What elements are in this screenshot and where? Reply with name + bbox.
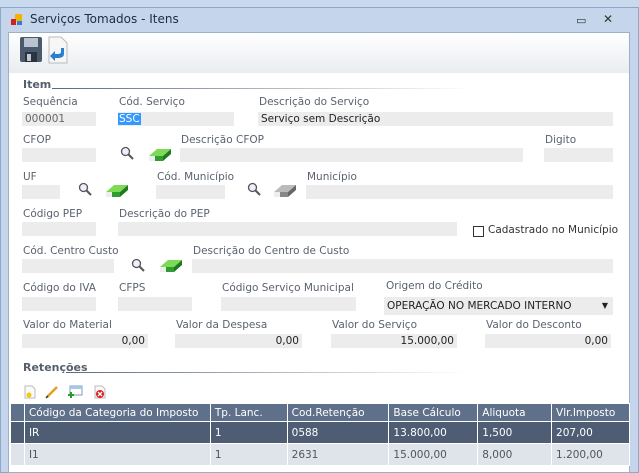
search-icon[interactable] bbox=[131, 258, 145, 272]
column-header[interactable]: Tp. Lanc. bbox=[209, 403, 288, 422]
cod-servico-field[interactable]: SSC bbox=[118, 112, 234, 126]
section-divider bbox=[52, 88, 472, 89]
codigo-iva-label: Código do IVA bbox=[23, 282, 96, 294]
column-header[interactable]: Base Cálculo bbox=[388, 403, 479, 422]
search-icon[interactable] bbox=[247, 182, 261, 196]
cod-serv-municipal-field[interactable] bbox=[221, 297, 356, 311]
sequencia-label: Sequência bbox=[23, 96, 78, 108]
cfps-field[interactable] bbox=[118, 297, 192, 311]
descricao-cfop-label: Descrição CFOP bbox=[181, 134, 264, 146]
cod-municipio-field[interactable] bbox=[156, 185, 225, 199]
table-cell[interactable]: 15.000,00 bbox=[388, 443, 479, 466]
table-row-selected[interactable]: IR 1 0588 13.800,00 1,500 207,00 bbox=[10, 421, 630, 444]
column-header[interactable]: Vlr.Imposto bbox=[551, 403, 630, 422]
column-header[interactable]: Aliquota bbox=[477, 403, 553, 422]
eraser-icon-disabled[interactable] bbox=[272, 183, 298, 197]
valor-servico-field[interactable]: 15.000,00 bbox=[331, 334, 457, 348]
valor-despesa-field[interactable]: 0,00 bbox=[175, 334, 302, 348]
descricao-pep-label: Descrição do PEP bbox=[119, 208, 210, 220]
app-icon bbox=[11, 14, 22, 25]
eraser-icon[interactable] bbox=[147, 147, 173, 161]
return-icon[interactable] bbox=[48, 36, 68, 64]
row-header[interactable] bbox=[10, 443, 25, 466]
search-icon[interactable] bbox=[78, 182, 92, 196]
close-button[interactable]: ✕ bbox=[603, 12, 613, 26]
origem-credito-value: OPERAÇÃO NO MERCADO INTERNO bbox=[387, 300, 572, 312]
centro-custo-field[interactable] bbox=[22, 259, 114, 273]
table-cell[interactable]: 1.200,00 bbox=[551, 443, 630, 466]
new-icon[interactable] bbox=[23, 385, 37, 399]
cod-servico-label: Cód. Serviço bbox=[119, 96, 185, 108]
sequencia-field[interactable]: 000001 bbox=[22, 112, 96, 126]
edit-icon[interactable] bbox=[45, 385, 59, 399]
descricao-centro-custo-label: Descrição do Centro de Custo bbox=[193, 245, 350, 257]
column-header[interactable]: Código da Categoria do Imposto bbox=[23, 403, 211, 422]
centro-custo-label: Cód. Centro Custo bbox=[23, 245, 119, 257]
chevron-down-icon: ▼ bbox=[601, 301, 608, 310]
table-cell[interactable]: 1,500 bbox=[477, 421, 553, 444]
descricao-servico-field[interactable]: Serviço sem Descrição bbox=[258, 112, 613, 126]
uf-field[interactable] bbox=[22, 185, 60, 199]
table-cell[interactable]: 2631 bbox=[286, 443, 390, 466]
origem-credito-select[interactable]: OPERAÇÃO NO MERCADO INTERNO ▼ bbox=[384, 297, 613, 315]
retencoes-grid: Código da Categoria do Imposto Tp. Lanc.… bbox=[10, 403, 630, 466]
cadastrado-municipio-checkbox[interactable] bbox=[473, 226, 484, 237]
cadastrado-municipio-label: Cadastrado no Município bbox=[488, 224, 619, 236]
eraser-icon[interactable] bbox=[158, 258, 184, 272]
cfop-field[interactable] bbox=[22, 148, 96, 162]
cfps-label: CFPS bbox=[119, 282, 146, 294]
table-cell[interactable]: 13.800,00 bbox=[388, 421, 479, 444]
delete-icon[interactable] bbox=[93, 385, 107, 399]
descricao-centro-custo-field[interactable] bbox=[192, 259, 613, 273]
valor-material-field[interactable]: 0,00 bbox=[22, 334, 148, 348]
cfop-label: CFOP bbox=[23, 134, 51, 146]
table-cell[interactable]: 1 bbox=[209, 421, 288, 444]
table-cell[interactable]: I1 bbox=[23, 443, 211, 466]
descricao-servico-label: Descrição do Serviço bbox=[259, 96, 370, 108]
digito-field[interactable] bbox=[544, 148, 613, 162]
table-cell[interactable]: 8,000 bbox=[477, 443, 553, 466]
toolbar bbox=[9, 33, 629, 73]
uf-label: UF bbox=[23, 171, 37, 183]
section-item-title: Item bbox=[23, 78, 52, 91]
table-cell[interactable]: 207,00 bbox=[551, 421, 630, 444]
codigo-pep-field[interactable] bbox=[22, 222, 96, 236]
codigo-pep-label: Código PEP bbox=[23, 208, 83, 220]
table-row[interactable]: I1 1 2631 15.000,00 8,000 1.200,00 bbox=[10, 443, 630, 466]
column-header[interactable]: Cod.Retenção bbox=[286, 403, 390, 422]
table-cell[interactable]: 0588 bbox=[286, 421, 390, 444]
search-icon[interactable] bbox=[120, 146, 134, 160]
table-cell[interactable]: 1 bbox=[209, 443, 288, 466]
minimize-button[interactable]: ▭ bbox=[576, 14, 586, 27]
origem-credito-label: Origem do Crédito bbox=[386, 280, 483, 292]
cod-servico-value: SSC bbox=[118, 113, 141, 125]
save-icon[interactable] bbox=[19, 36, 43, 63]
digito-label: Digito bbox=[545, 134, 577, 146]
valor-desconto-label: Valor do Desconto bbox=[486, 319, 582, 331]
section-divider bbox=[66, 372, 466, 373]
descricao-cfop-field[interactable] bbox=[180, 148, 523, 162]
window-title: Serviços Tomados - Itens bbox=[30, 12, 179, 26]
eraser-icon[interactable] bbox=[104, 183, 130, 197]
codigo-iva-field[interactable] bbox=[22, 297, 96, 311]
municipio-label: Município bbox=[307, 171, 357, 183]
valor-desconto-field[interactable]: 0,00 bbox=[485, 334, 611, 348]
cod-serv-municipal-label: Código Serviço Municipal bbox=[222, 282, 354, 294]
valor-material-label: Valor do Material bbox=[23, 319, 112, 331]
valor-servico-label: Valor do Serviço bbox=[332, 319, 417, 331]
municipio-field[interactable] bbox=[306, 185, 613, 199]
row-header[interactable] bbox=[10, 421, 25, 444]
cod-municipio-label: Cód. Município bbox=[157, 171, 235, 183]
add-row-icon[interactable] bbox=[67, 385, 83, 399]
row-header-corner bbox=[10, 403, 25, 422]
grid-header-row: Código da Categoria do Imposto Tp. Lanc.… bbox=[10, 403, 630, 422]
table-cell[interactable]: IR bbox=[23, 421, 211, 444]
valor-despesa-label: Valor da Despesa bbox=[176, 319, 268, 331]
descricao-pep-field[interactable] bbox=[118, 222, 457, 236]
